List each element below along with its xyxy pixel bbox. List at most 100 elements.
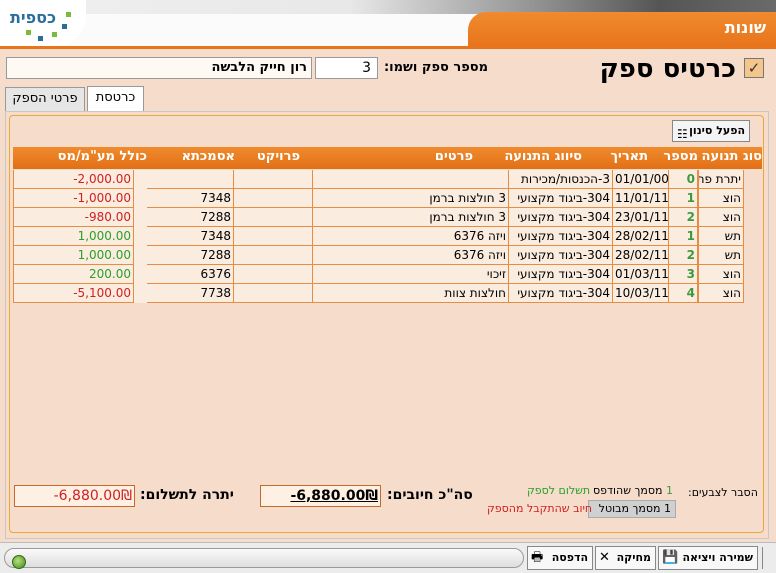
legend-cancelled: 1 מסמך מבוטל [588,500,676,518]
header-divider [0,46,776,49]
table-row[interactable]: הוצ 2 23/01/11 304-ביגוד מקצועי 3 חולצות ברמ… [13,208,744,227]
cell-type: הוצ [698,208,744,227]
cell-project [234,208,313,227]
cell-reference: 6376 [147,265,234,284]
cell-classification: 304-ביגוד מקצועי [509,189,613,208]
supplier-number-field[interactable]: 3 [315,57,378,79]
column-header-number[interactable]: מספר [663,149,698,164]
logo-square-icon [26,30,31,35]
cell-date: 28/02/11 [613,246,669,265]
table-header: סוג תנועה מספר תאריך סיווג התנועה פרטים … [13,147,762,169]
close-icon: ✕ [599,550,610,565]
legend-printed: 1 מסמך שהודפס [593,484,673,497]
status-bar [4,548,524,569]
filter-icon: ☷ [677,127,688,141]
cell-project [234,170,313,189]
bottom-toolbar: הדפסה 🖶 מחיקה ✕ שמירה ויציאה 💾 [0,542,776,573]
column-header-classification[interactable]: סיווג התנועה [504,149,582,164]
table-row[interactable]: הוצ 4 10/03/11 304-ביגוד מקצועי חולצות צוות 7… [13,284,744,303]
cell-total: 200.00 [13,265,134,284]
total-charges-label: סה"כ חיובים: [387,487,473,503]
cell-date: 11/01/11 [613,189,669,208]
header-title: שונות [724,18,766,37]
cell-number: 2 [669,246,698,265]
cell-details: ויזה 6376 [313,227,509,246]
cell-type: תש [698,246,744,265]
cell-number: 3 [669,265,698,284]
legend-printed-num: 1 [665,484,673,497]
cell-reference [147,170,234,189]
logo-text: כספית [10,8,57,27]
cell-reference: 7738 [147,284,234,303]
total-charges-value: -6,880.00₪ [260,485,381,507]
tab-ledger[interactable]: כרטסת [87,86,144,112]
app-logo: כספית [0,0,86,46]
cell-reference: 7348 [147,227,234,246]
cell-number: 2 [669,208,698,227]
column-header-reference[interactable]: אסמכתא [182,149,235,164]
legend-payment: תשלום לספק [527,484,591,497]
cell-details: חולצות צוות [313,284,509,303]
cell-type: הוצ [698,265,744,284]
table-row[interactable]: הוצ 1 11/01/11 304-ביגוד מקצועי 3 חולצות ברמ… [13,189,744,208]
cell-date: 01/01/00 [613,170,669,189]
cell-details: 3 חולצות ברמן [313,208,509,227]
legend-printed-text: מסמך שהודפס [593,484,663,497]
cell-type: הוצ [698,189,744,208]
logo-square-icon [38,36,43,41]
cell-classification: 304-ביגוד מקצועי [509,208,613,227]
table-row[interactable]: תש 1 28/02/11 304-ביגוד מקצועי ויזה 6376 7348… [13,227,744,246]
cell-classification: 3-הכנסות/מכירות [509,170,613,189]
table-row[interactable]: תש 2 28/02/11 304-ביגוד מקצועי ויזה 6376 7288… [13,246,744,265]
cell-classification: 304-ביגוד מקצועי [509,227,613,246]
cell-project [234,246,313,265]
column-header-type[interactable]: סוג תנועה [702,149,762,164]
filter-button[interactable]: הפעל סינון ☷ [672,120,750,142]
toolbar-edge [762,547,772,569]
app-header: שונות כספית [0,0,776,49]
print-button-label: הדפסה [551,551,588,564]
status-indicator-icon [12,555,26,569]
cell-number: 4 [669,284,698,303]
cell-classification: 304-ביגוד מקצועי [509,246,613,265]
cell-total: -1,000.00 [13,189,134,208]
table-row[interactable]: הוצ 3 01/03/11 304-ביגוד מקצועי זיכוי 6376 200… [13,265,744,284]
cell-reference: 7288 [147,208,234,227]
page-title: כרטיס ספק [599,54,736,84]
cell-project [234,189,313,208]
column-header-date[interactable]: תאריך [610,149,648,164]
save-exit-button-label: שמירה ויציאה [682,551,753,564]
legend-cancelled-text: מסמך מבוטל [598,502,661,515]
table-row[interactable]: יתרת פתיחה001/01/003-הכנסות/מכירות -2,000… [13,170,744,189]
cell-type: יתרת פתיחה [698,170,744,189]
column-header-total[interactable]: כולל מע"מ/מס [58,149,147,164]
save-icon: 💾 [662,550,679,565]
balance-value: -6,880.00₪ [14,485,135,507]
column-header-details[interactable]: פרטים [435,149,473,164]
delete-button-label: מחיקה [616,551,651,564]
save-exit-button[interactable]: שמירה ויציאה 💾 [658,546,758,570]
cell-details: 3 חולצות ברמן [313,189,509,208]
balance-label: יתרה לתשלום: [140,487,234,503]
cell-date: 28/02/11 [613,227,669,246]
cell-number: 0 [669,170,698,189]
cell-classification: 304-ביגוד מקצועי [509,265,613,284]
printer-icon: 🖶 [531,550,544,565]
cell-total: -5,100.00 [13,284,134,303]
column-header-project[interactable]: פרויקט [257,149,300,164]
cell-date: 10/03/11 [613,284,669,303]
delete-button[interactable]: מחיקה ✕ [595,546,656,570]
cell-date: 23/01/11 [613,208,669,227]
logo-square-icon [52,32,57,37]
supplier-name-field[interactable]: רון חייק הלבשה [6,57,312,79]
card-checkbox[interactable]: ✓ [744,58,764,78]
cell-project [234,265,313,284]
logo-square-icon [62,24,67,29]
legend-cancelled-num: 1 [664,502,671,515]
logo-square-icon [66,12,71,17]
cell-details: זיכוי [313,265,509,284]
cell-number: 1 [669,227,698,246]
tab-supplier-details[interactable]: פרטי הספק [5,87,85,111]
print-button[interactable]: הדפסה 🖶 [527,546,593,570]
legend-label: הסבר לצבעים: [688,486,758,499]
